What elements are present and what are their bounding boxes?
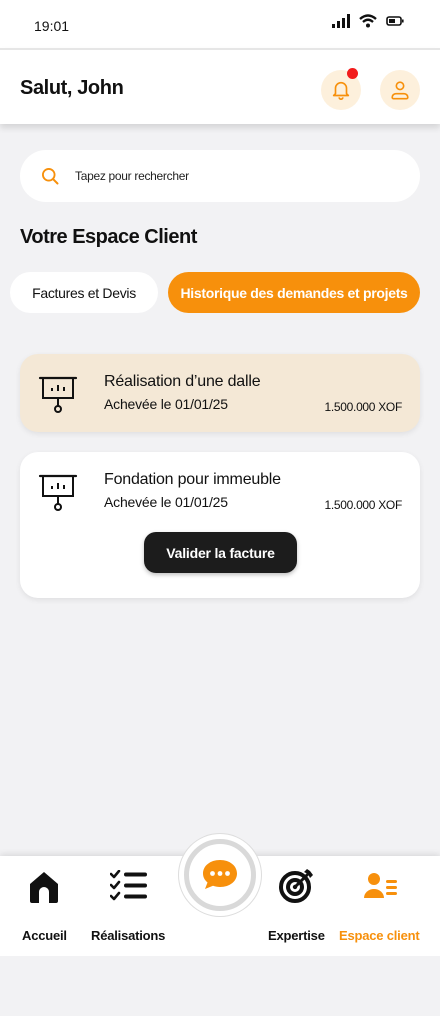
checklist-icon <box>110 870 147 901</box>
section-title: Votre Espace Client <box>20 226 197 248</box>
search-icon <box>42 168 59 185</box>
nav-item-accueil[interactable]: Accueil <box>20 856 68 956</box>
home-indicator-area <box>0 956 440 1016</box>
battery-icon <box>386 16 404 26</box>
project-card[interactable]: Fondation pour immeuble Achevée le 01/01… <box>20 452 420 598</box>
greeting-title: Salut, John <box>20 77 124 99</box>
notification-badge <box>347 68 358 79</box>
project-amount: 1.500.000 XOF <box>324 498 403 512</box>
validate-invoice-button[interactable]: Valider la facture <box>144 532 297 573</box>
tab-factures-devis[interactable]: Factures et Devis <box>10 272 158 313</box>
chat-button[interactable] <box>179 834 261 916</box>
nav-item-espace-client[interactable]: Espace client <box>338 856 422 956</box>
project-status: Achevée le 01/01/25 <box>104 396 228 412</box>
nav-item-expertise[interactable]: Expertise <box>266 856 326 956</box>
status-bar: 19:01 <box>0 0 440 48</box>
project-status: Achevée le 01/01/25 <box>104 494 228 510</box>
chat-button-inner <box>184 839 256 911</box>
tab-historique-projets[interactable]: Historique des demandes et projets <box>168 272 420 313</box>
presentation-board-icon <box>38 474 78 511</box>
target-icon <box>279 869 313 903</box>
bell-icon <box>332 81 350 100</box>
nav-item-realisations[interactable]: Réalisations <box>90 856 170 956</box>
profile-button[interactable] <box>380 70 420 110</box>
home-icon <box>30 872 58 903</box>
nav-label: Expertise <box>268 928 325 943</box>
project-title: Réalisation d’une dalle <box>104 373 261 390</box>
signal-icon <box>332 14 350 28</box>
wifi-icon <box>359 14 377 28</box>
search-bar[interactable] <box>20 150 420 202</box>
chat-icon <box>203 860 237 889</box>
user-list-icon <box>364 873 397 898</box>
app-header: Salut, John <box>0 48 440 124</box>
user-icon <box>391 81 409 100</box>
nav-label-active: Espace client <box>339 928 420 943</box>
notifications-button[interactable] <box>321 68 361 110</box>
status-time: 19:01 <box>34 18 70 34</box>
project-amount: 1.500.000 XOF <box>324 400 403 414</box>
presentation-board-icon <box>38 376 78 413</box>
search-input[interactable] <box>75 169 375 183</box>
project-card[interactable]: Réalisation d’une dalle Achevée le 01/01… <box>20 354 420 432</box>
project-title: Fondation pour immeuble <box>104 471 281 488</box>
nav-label: Réalisations <box>91 928 166 943</box>
nav-label: Accueil <box>22 928 67 943</box>
status-icons <box>332 14 404 28</box>
